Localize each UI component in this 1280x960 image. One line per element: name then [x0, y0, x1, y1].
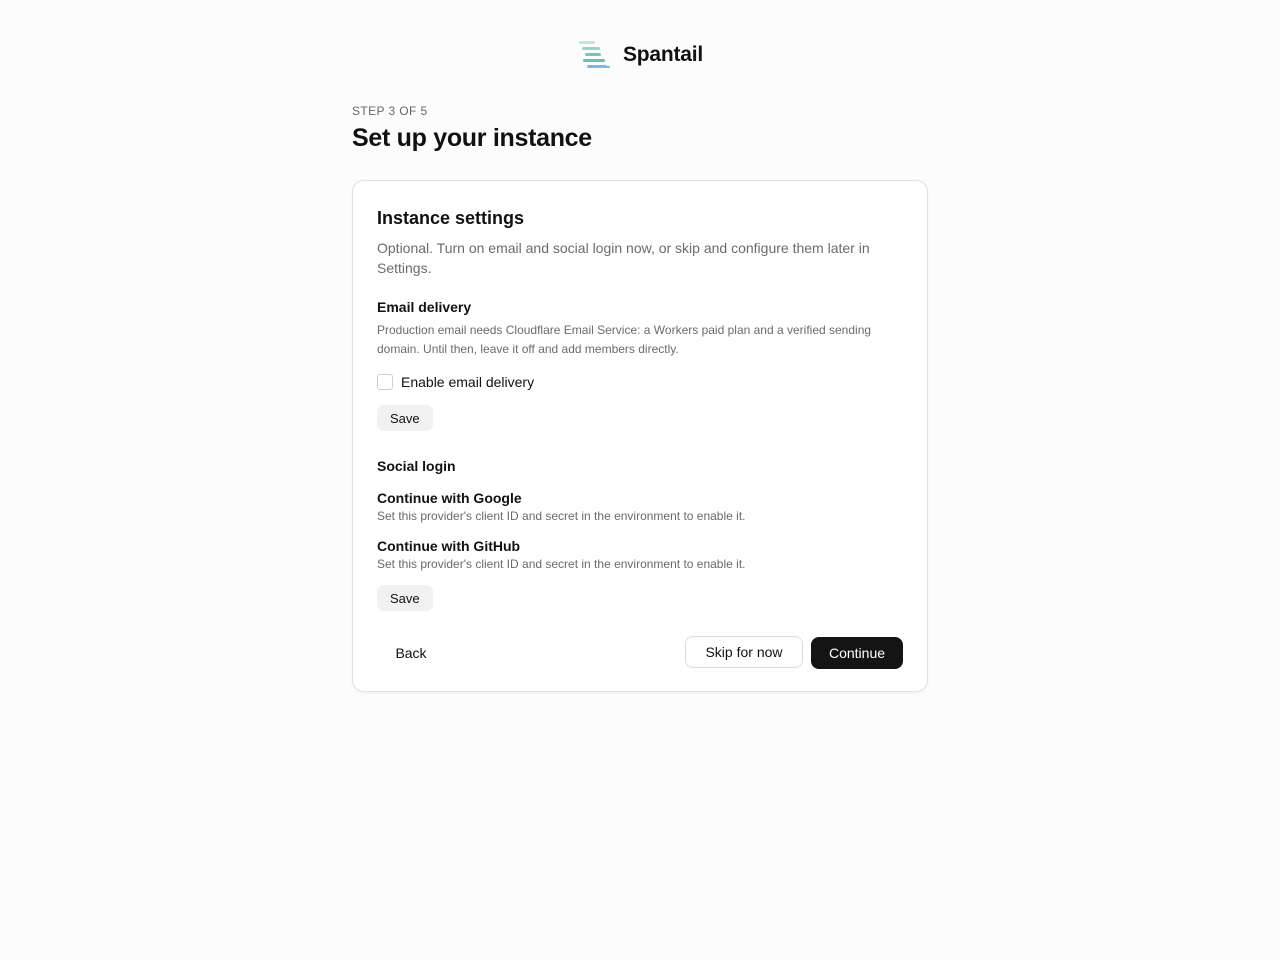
email-save-button[interactable]: Save	[377, 405, 433, 431]
instance-settings-card: Instance settings Optional. Turn on emai…	[352, 180, 928, 692]
skip-button[interactable]: Skip for now	[685, 636, 803, 668]
continue-button[interactable]: Continue	[811, 637, 903, 669]
social-section-title: Social login	[377, 458, 456, 474]
social-save-button[interactable]: Save	[377, 585, 433, 611]
back-button[interactable]: Back	[377, 637, 445, 669]
provider-github-name: Continue with GitHub	[377, 538, 521, 554]
enable-email-row[interactable]: Enable email delivery	[377, 374, 534, 390]
card-description: Optional. Turn on email and social login…	[377, 240, 870, 276]
provider-google-description: Set this provider's client ID and secret…	[377, 509, 746, 523]
provider-github-description: Set this provider's client ID and secret…	[377, 557, 746, 571]
step-indicator: STEP 3 OF 5	[352, 104, 428, 118]
page-title: Set up your instance	[352, 124, 592, 152]
card-title: Instance settings	[377, 208, 525, 228]
email-section-title: Email delivery	[377, 299, 472, 315]
email-section-description: Production email needs Cloudflare Email …	[377, 323, 872, 356]
brand-name: Spantail	[622, 43, 704, 66]
enable-email-checkbox[interactable]	[377, 374, 393, 390]
provider-github: Continue with GitHub Set this provider's…	[377, 538, 745, 571]
provider-google: Continue with Google Set this provider's…	[377, 490, 745, 523]
provider-google-name: Continue with Google	[377, 490, 522, 506]
brand-header: Spantail	[0, 38, 1280, 72]
spantail-logo-icon	[578, 41, 610, 68]
enable-email-label: Enable email delivery	[401, 374, 535, 390]
